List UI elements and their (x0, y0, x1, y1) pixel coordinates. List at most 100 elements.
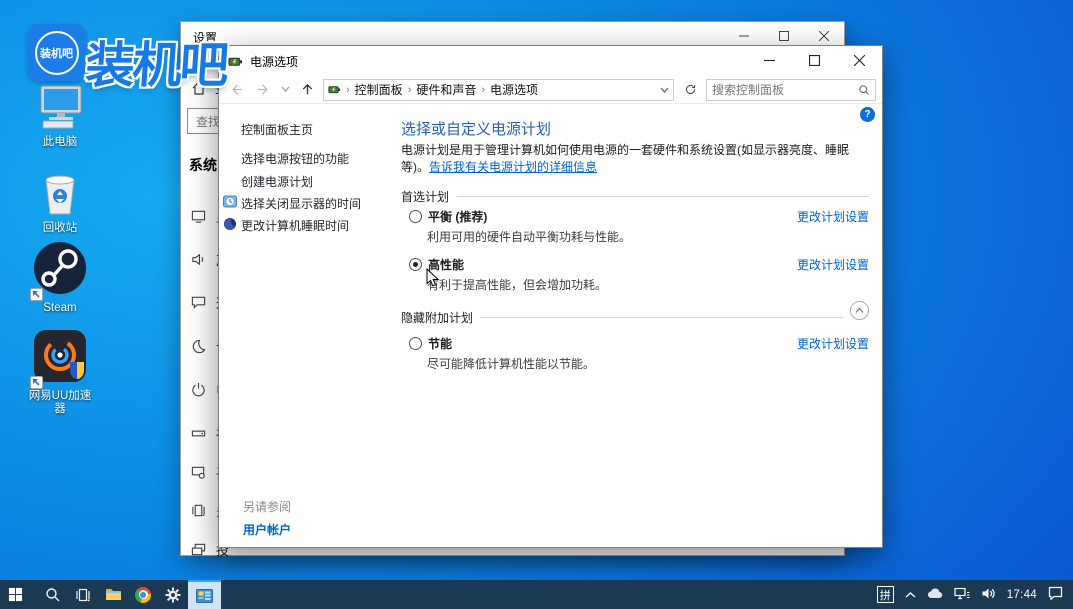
ime-indicator[interactable]: 拼 (877, 586, 894, 603)
projecting-icon (191, 542, 206, 557)
cloud-tray-icon[interactable] (927, 587, 943, 602)
refresh-icon[interactable] (679, 79, 701, 101)
breadcrumb-hardware-sound[interactable]: 硬件和声音 (416, 81, 476, 98)
plan-power-saver-row: 节能 更改计划设置 (409, 334, 869, 352)
start-button[interactable] (0, 580, 30, 609)
high-performance-radio[interactable] (409, 258, 422, 271)
control-panel-icon (196, 589, 213, 603)
recycle-bin-icon (38, 170, 82, 219)
display-off-time-icon (223, 195, 237, 209)
power-options-breadcrumb-icon (328, 83, 341, 96)
search-icon (858, 84, 870, 96)
collapse-section-button[interactable] (850, 301, 869, 320)
power-saver-change-settings-link[interactable]: 更改计划设置 (797, 335, 869, 352)
up-arrow-icon[interactable] (296, 79, 318, 101)
settings-section-header: 系统 (189, 155, 217, 175)
sidebar-power-buttons[interactable]: 选择电源按钮的功能 (241, 150, 349, 167)
file-explorer-icon (105, 587, 122, 602)
hidden-icons-chevron[interactable] (905, 588, 916, 602)
desktop: { "colors": { "link": "#0066cc", "headin… (0, 0, 1073, 609)
sidebar-sleep-time[interactable]: 更改计算机睡眠时间 (241, 217, 349, 234)
power-saver-description: 尽可能降低计算机性能以节能。 (427, 355, 595, 372)
notifications-icon (191, 295, 206, 310)
sidebar-display-off-time[interactable]: 选择关闭显示器的时间 (241, 195, 361, 212)
power-main: 选择或自定义电源计划 电源计划是用于管理计算机如何使用电源的一套硬件和系统设置(… (401, 104, 869, 547)
address-bar[interactable]: › 控制面板 › 硬件和声音 › 电源选项 (323, 79, 674, 101)
sidebar-control-panel-home[interactable]: 控制面板主页 (241, 121, 313, 138)
forward-arrow-icon[interactable] (252, 79, 274, 101)
power-options-app-icon (228, 54, 243, 69)
power-navbar: › 控制面板 › 硬件和声音 › 电源选项 (219, 76, 882, 104)
desktop-icon-netease-uu[interactable]: 网易UU加速器 (14, 328, 106, 416)
mouse-cursor (426, 268, 440, 288)
control-panel-search-box[interactable] (706, 79, 876, 101)
high-performance-change-settings-link[interactable]: 更改计划设置 (797, 256, 869, 273)
this-pc-icon (35, 84, 85, 133)
volume-tray-icon[interactable] (981, 587, 996, 603)
preferred-plans-section: 首选计划 (401, 188, 869, 205)
steam-icon (32, 240, 88, 299)
chevron-up-icon (855, 307, 864, 314)
storage-icon (191, 426, 206, 441)
zhuangjiba-logo-text: 装机吧 (84, 26, 230, 97)
taskbar-clock[interactable]: 17:44 (1007, 589, 1037, 601)
power-sidebar: 控制面板主页 选择电源按钮的功能 创建电源计划 选择关闭显示器的时间 更改计算机… (219, 104, 401, 547)
task-view-button[interactable] (68, 580, 98, 609)
search-icon (45, 587, 61, 603)
plan-info-link[interactable]: 告诉我有关电源计划的详细信息 (429, 160, 597, 174)
page-heading: 选择或自定义电源计划 (401, 118, 551, 139)
power-close-button[interactable] (837, 46, 882, 75)
intro-text: 电源计划是用于管理计算机如何使用电源的一套硬件和系统设置(如显示器亮度、睡眠等)… (401, 142, 871, 176)
plan-high-performance-row: 高性能 更改计划设置 (409, 255, 869, 273)
multitasking-icon (191, 503, 206, 518)
power-options-window: 电源选项 › 控制面板 › 硬件和声音 › 电源选项 (218, 45, 883, 548)
zhuangjiba-logo-badge: 装机吧 (28, 24, 85, 81)
chrome-button[interactable] (128, 580, 158, 609)
control-panel-taskbar-button[interactable] (188, 580, 221, 609)
windows-logo-icon (8, 587, 23, 602)
desktop-icon-label: 回收站 (14, 222, 106, 235)
back-arrow-icon[interactable] (225, 79, 247, 101)
high-performance-description: 有利于提高性能，但会增加功耗。 (427, 276, 607, 293)
system-tray: 拼 17:44 (877, 580, 1073, 609)
see-also-header: 另请参阅 (243, 498, 291, 515)
control-panel-search-input[interactable] (712, 83, 858, 97)
recent-pages-caret-icon[interactable] (279, 79, 291, 101)
netease-uu-icon (32, 328, 88, 387)
network-tray-icon[interactable] (954, 587, 970, 603)
balanced-description: 利用可用的硬件自动平衡功耗与性能。 (427, 228, 631, 245)
desktop-icon-label: 网易UU加速器 (25, 390, 95, 416)
balanced-radio[interactable] (409, 210, 422, 223)
task-view-icon (75, 587, 91, 603)
plan-balanced-row: 平衡 (推荐) 更改计划设置 (409, 207, 869, 225)
focus-assist-moon-icon (191, 339, 206, 354)
shortcut-arrow-icon (30, 376, 43, 389)
action-center-icon[interactable] (1048, 586, 1063, 603)
logo-badge-text: 装机吧 (40, 45, 73, 61)
desktop-icon-label: 此电脑 (14, 136, 106, 149)
breadcrumb-control-panel[interactable]: 控制面板 (355, 81, 403, 98)
user-accounts-link[interactable]: 用户帐户 (243, 521, 291, 538)
power-saver-label[interactable]: 节能 (428, 335, 452, 352)
power-minimize-button[interactable] (747, 46, 792, 75)
display-icon (191, 209, 206, 224)
sidebar-create-plan[interactable]: 创建电源计划 (241, 173, 313, 190)
shortcut-arrow-icon (30, 288, 43, 301)
power-window-title: 电源选项 (250, 53, 298, 70)
gear-icon (165, 587, 181, 603)
desktop-icon-steam[interactable]: Steam (14, 240, 106, 315)
file-explorer-button[interactable] (98, 580, 128, 609)
balanced-label[interactable]: 平衡 (推荐) (428, 208, 487, 225)
address-dropdown-icon[interactable] (660, 83, 669, 97)
desktop-icon-recycle-bin[interactable]: 回收站 (14, 170, 106, 235)
chrome-icon (135, 587, 151, 603)
taskbar: 拼 17:44 (0, 580, 1073, 609)
power-maximize-button[interactable] (792, 46, 837, 75)
taskbar-search-button[interactable] (38, 580, 68, 609)
taskbar-settings-button[interactable] (158, 580, 188, 609)
balanced-change-settings-link[interactable]: 更改计划设置 (797, 208, 869, 225)
breadcrumb-power-options[interactable]: 电源选项 (490, 81, 538, 98)
desktop-icon-label: Steam (14, 302, 106, 315)
power-icon (191, 382, 206, 397)
power-saver-radio[interactable] (409, 337, 422, 350)
